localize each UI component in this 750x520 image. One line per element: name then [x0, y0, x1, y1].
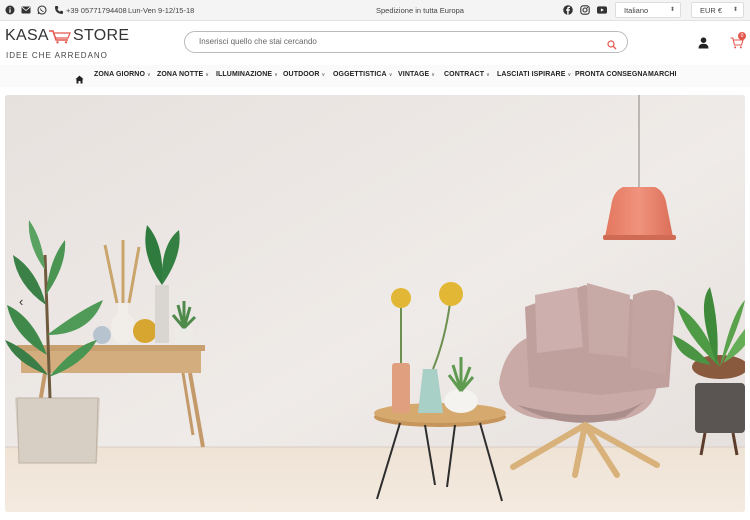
currency-select[interactable]: EUR € ⬍: [691, 2, 744, 18]
nav-item-marchi[interactable]: MARCHI: [648, 71, 677, 78]
chevron-down-icon: ∨: [321, 72, 326, 78]
chevron-down-icon: ∨: [205, 72, 210, 78]
language-select[interactable]: Italiano ⬍: [615, 2, 681, 18]
search-input[interactable]: [199, 37, 579, 46]
nav-item-oggettistica[interactable]: OGGETTISTICA ∨: [333, 71, 392, 78]
nav-item-lasciati-ispirare[interactable]: LASCIATI ISPIRARE ∨: [497, 71, 571, 78]
top-bar: +39 05771794408 Lun-Ven 9-12/15-18 Spedi…: [0, 0, 750, 21]
nav-item-contract[interactable]: CONTRACT ∨: [444, 71, 490, 78]
nav-item-outdoor[interactable]: OUTDOOR ∨: [283, 71, 325, 78]
logo-tagline: IDEE CHE ARREDANO: [6, 51, 108, 60]
logo-word-right: STORE: [73, 27, 130, 44]
language-select-value: Italiano: [624, 6, 649, 15]
nav-item-label: OGGETTISTICA: [333, 71, 387, 78]
nav-item-label: ZONA GIORNO: [94, 71, 146, 78]
kasa-store-logo[interactable]: KASA STORE IDEE CHE ARREDANO: [5, 27, 129, 61]
youtube-icon[interactable]: [597, 5, 607, 15]
chevron-down-icon: ∨: [388, 72, 393, 78]
chevron-down-icon: ∨: [274, 72, 278, 78]
nav-item-label: ZONA NOTTE: [157, 71, 204, 78]
nav-item-zona-giorno[interactable]: ZONA GIORNO ∨: [94, 71, 151, 78]
chevron-down-icon: ∨: [431, 72, 436, 78]
nav-item-label: VINTAGE: [398, 71, 430, 78]
cart-icon[interactable]: 0: [730, 32, 746, 54]
currency-select-value: EUR €: [700, 6, 723, 15]
nav-item-pronta-consegna[interactable]: PRONTA CONSEGNA: [575, 71, 648, 78]
nav-item-zona-notte[interactable]: ZONA NOTTE ∨: [157, 71, 209, 78]
nav-item-label: PRONTA CONSEGNA: [575, 71, 648, 78]
user-account-icon[interactable]: [698, 36, 709, 54]
site-header: KASA STORE IDEE CHE ARREDANO 0: [0, 21, 750, 65]
logo-cart-icon: [48, 30, 72, 49]
nav-item-label: LASCIATI ISPIRARE: [497, 71, 566, 78]
chevron-down-icon: ∨: [486, 72, 490, 78]
logo-word-left: KASA: [5, 27, 49, 44]
nav-item-label: ILLUMINAZIONE: [216, 71, 273, 78]
hero-image: [5, 95, 745, 512]
search-icon[interactable]: [607, 37, 617, 55]
facebook-icon[interactable]: [563, 5, 573, 15]
search-bar[interactable]: [184, 31, 628, 53]
nav-item-label: MARCHI: [648, 71, 677, 78]
chevron-left-icon[interactable]: ‹: [19, 294, 23, 309]
chevron-down-icon: ∨: [567, 72, 572, 78]
nav-item-label: CONTRACT: [444, 71, 485, 78]
cart-count-badge: 0: [738, 32, 746, 40]
sort-caret-icon: ⬍: [732, 7, 738, 13]
chevron-down-icon: ∨: [147, 72, 151, 78]
main-navigation: ZONA GIORNO ∨ ZONA NOTTE ∨ ILLUMINAZIONE ∨ …: [0, 65, 750, 87]
instagram-icon[interactable]: [580, 5, 590, 15]
nav-item-illuminazione[interactable]: ILLUMINAZIONE ∨: [216, 71, 278, 78]
hero-slider[interactable]: ‹: [5, 95, 745, 512]
sort-caret-icon: ⬍: [669, 7, 675, 13]
nav-item-vintage[interactable]: VINTAGE ∨: [398, 71, 435, 78]
nav-item-label: OUTDOOR: [283, 71, 320, 78]
